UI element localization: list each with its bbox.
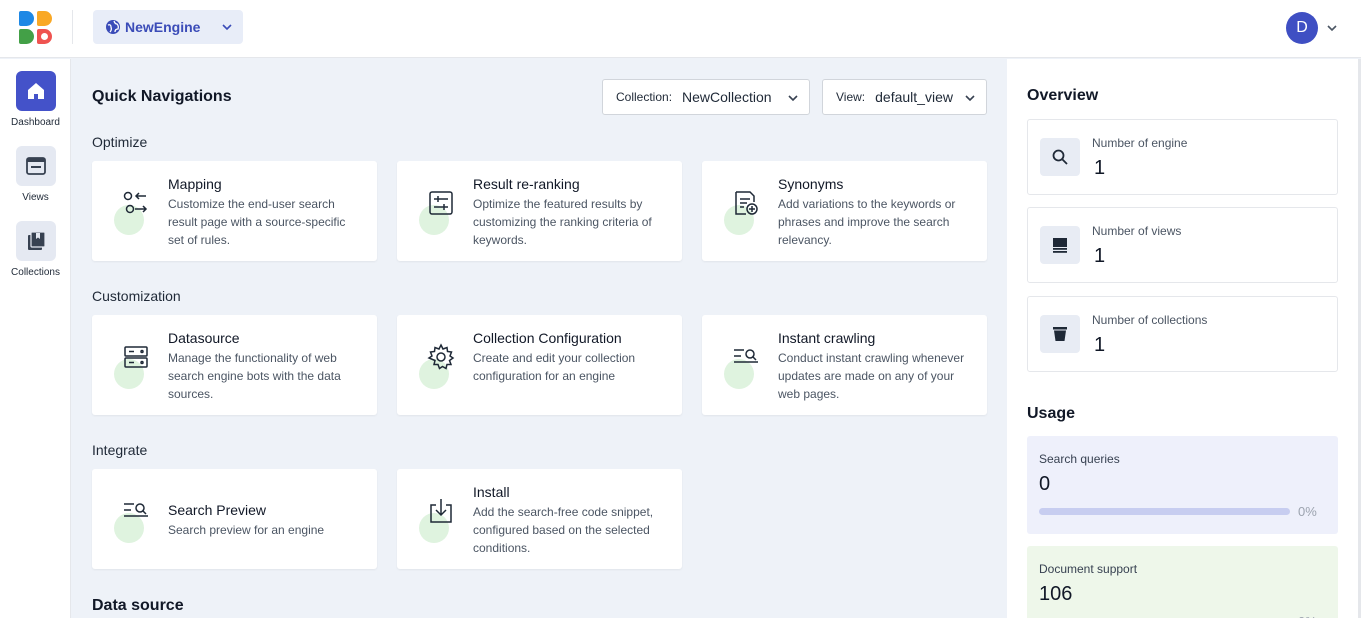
- collection-dropdown[interactable]: Collection: NewCollection: [602, 79, 810, 115]
- top-divider: [72, 10, 73, 44]
- chevron-down-icon: [222, 24, 232, 31]
- stat-card-views: Number of views 1: [1027, 207, 1338, 283]
- right-panel: Overview Number of engine 1 Number of vi…: [1007, 59, 1359, 618]
- browser-window-icon: [15, 146, 56, 186]
- home-icon: [15, 71, 56, 111]
- usage-label: Document support: [1039, 562, 1138, 576]
- view-dropdown[interactable]: View: default_view: [822, 79, 987, 115]
- card-description: Optimize the featured results by customi…: [473, 197, 652, 247]
- usage-label: Search queries: [1039, 452, 1120, 466]
- chevron-down-icon: [965, 95, 975, 102]
- view-value: default_view: [875, 89, 953, 105]
- mapping-icon: [123, 191, 148, 214]
- list-search-icon: [734, 349, 758, 363]
- usage-card-document-support: Document support 106 0%: [1027, 546, 1338, 618]
- stat-label: Number of views: [1092, 224, 1182, 238]
- search-icon: [1040, 138, 1080, 176]
- chevron-down-icon[interactable]: [1326, 22, 1338, 34]
- collection-label: Collection:: [616, 90, 673, 104]
- sidebar-item-views[interactable]: Views: [0, 146, 71, 203]
- chevron-down-icon: [788, 95, 798, 102]
- card-title: Datasource: [168, 330, 240, 346]
- card-collection-configuration[interactable]: Collection Configuration Create and edit…: [397, 315, 682, 415]
- card-synonyms[interactable]: Synonyms Add variations to the keywords …: [702, 161, 987, 261]
- stat-value: 1: [1094, 245, 1106, 267]
- card-description: Manage the functionality of web search e…: [168, 351, 341, 401]
- card-title: Mapping: [168, 176, 222, 192]
- sidebar-item-label: Dashboard: [11, 117, 60, 128]
- collection-value: NewCollection: [682, 89, 772, 105]
- stat-label: Number of engine: [1092, 136, 1188, 150]
- card-title: Install: [473, 484, 510, 500]
- sidebar-item-dashboard[interactable]: Dashboard: [0, 71, 71, 128]
- view-label: View:: [836, 90, 866, 104]
- sidebar-item-label: Views: [22, 192, 49, 203]
- main-content: Quick Navigations Collection: NewCollect…: [72, 59, 1006, 618]
- card-description: Add the search-free code snippet, config…: [473, 505, 654, 555]
- book-stack-icon: [15, 221, 56, 261]
- list-search-icon: [124, 503, 148, 517]
- bucket-icon: [1040, 315, 1080, 353]
- section-optimize-title: Optimize: [92, 134, 148, 150]
- views-icon: [1040, 226, 1080, 264]
- stat-label: Number of collections: [1092, 313, 1208, 327]
- card-description: Create and edit your collection configur…: [473, 351, 636, 383]
- card-install[interactable]: Install Add the search-free code snippet…: [397, 469, 682, 569]
- sidebar: Dashboard Views Collections: [0, 59, 71, 618]
- top-bar: NewEngine D: [0, 0, 1361, 58]
- engine-name: NewEngine: [125, 19, 201, 35]
- card-description: Customize the end-user search result pag…: [168, 197, 346, 247]
- usage-title: Usage: [1027, 405, 1076, 422]
- usage-value: 106: [1039, 583, 1073, 605]
- stat-card-collections: Number of collections 1: [1027, 296, 1338, 372]
- download-icon: [430, 499, 452, 523]
- stat-card-engines: Number of engine 1: [1027, 119, 1338, 195]
- card-datasource[interactable]: Datasource Manage the functionality of w…: [92, 315, 377, 415]
- card-description: Search preview for an engine: [168, 523, 325, 537]
- card-search-preview[interactable]: Search Preview Search preview for an eng…: [92, 469, 377, 569]
- card-title: Search Preview: [168, 502, 267, 518]
- usage-percent: 0%: [1298, 614, 1317, 618]
- card-title: Collection Configuration: [473, 330, 622, 346]
- usage-value: 0: [1039, 473, 1051, 495]
- server-icon: [124, 346, 148, 368]
- card-result-reranking[interactable]: Result re-ranking Optimize the featured …: [397, 161, 682, 261]
- card-mapping[interactable]: Mapping Customize the end-user search re…: [92, 161, 377, 261]
- gear-icon: [427, 343, 455, 370]
- card-instant-crawling[interactable]: Instant crawling Conduct instant crawlin…: [702, 315, 987, 415]
- card-title: Result re-ranking: [473, 176, 580, 192]
- usage-progress-bar: [1039, 508, 1290, 515]
- card-description: Add variations to the keywords or phrase…: [778, 197, 956, 247]
- globe-icon: [106, 20, 120, 34]
- sliders-icon: [429, 191, 453, 215]
- user-avatar[interactable]: D: [1286, 12, 1318, 44]
- document-add-icon: [735, 191, 758, 215]
- stat-value: 1: [1094, 334, 1106, 356]
- section-customization-title: Customization: [92, 288, 181, 304]
- sidebar-item-collections[interactable]: Collections: [0, 221, 71, 278]
- usage-card-search-queries: Search queries 0 0%: [1027, 436, 1338, 534]
- engine-selector[interactable]: NewEngine: [93, 10, 243, 44]
- stat-value: 1: [1094, 157, 1106, 179]
- card-title: Synonyms: [778, 176, 844, 192]
- data-source-title: Data source: [92, 597, 184, 614]
- section-integrate-title: Integrate: [92, 442, 148, 458]
- sidebar-item-label: Collections: [11, 267, 60, 278]
- card-title: Instant crawling: [778, 330, 876, 346]
- overview-title: Overview: [1027, 87, 1099, 104]
- usage-percent: 0%: [1298, 504, 1317, 519]
- app-logo[interactable]: [19, 11, 53, 44]
- page-title: Quick Navigations: [92, 88, 232, 105]
- card-description: Conduct instant crawling whenever update…: [778, 351, 965, 401]
